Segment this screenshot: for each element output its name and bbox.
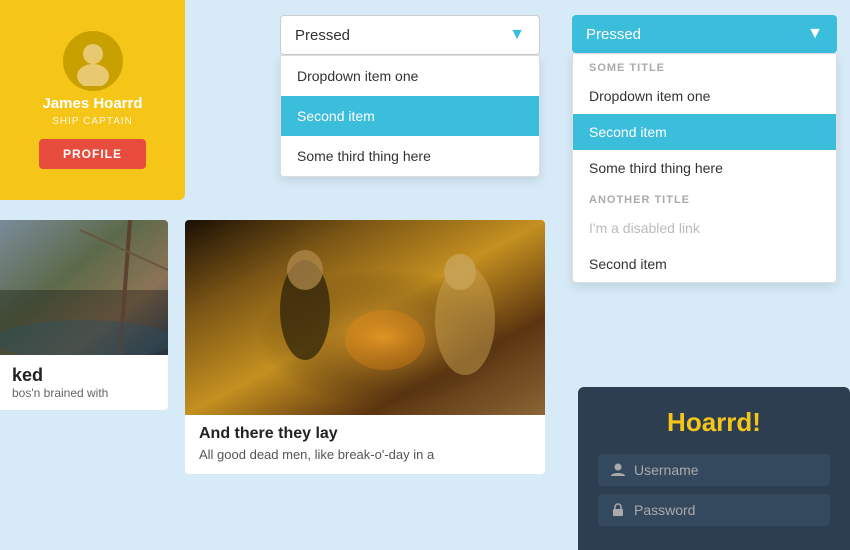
user-icon — [610, 462, 626, 478]
card-2-image — [185, 220, 545, 415]
profile-card: James Hoarrd SHIP CAPTAIN PROFILE — [0, 0, 185, 200]
card-2-text: All good dead men, like break-o'-day in … — [199, 447, 531, 462]
login-box: Hoarrd! — [578, 387, 850, 550]
avatar-icon — [68, 36, 118, 86]
chevron-down-icon: ▼ — [509, 26, 525, 44]
dropdown-sectioned-selected: Pressed — [586, 26, 641, 43]
profile-title: SHIP CAPTAIN — [52, 116, 133, 127]
card-2: And there they lay All good dead men, li… — [185, 220, 545, 474]
dropdown-item-2[interactable]: Second item — [281, 96, 539, 136]
username-input-wrap — [598, 454, 830, 486]
login-title: Hoarrd! — [598, 407, 830, 438]
password-input[interactable] — [634, 502, 818, 518]
sec-item-4[interactable]: Second item — [573, 246, 836, 282]
section-title-1: SOME TITLE — [573, 54, 836, 78]
dropdown-item-3[interactable]: Some third thing here — [281, 136, 539, 176]
painting-2-svg — [185, 220, 545, 415]
card-2-title: And there they lay — [199, 425, 531, 443]
card-1-body: ked bos'n brained with — [0, 355, 168, 410]
profile-name: James Hoarrd — [42, 95, 142, 112]
card-1-tag: ked — [12, 365, 156, 386]
dropdown-sectioned-trigger[interactable]: Pressed ▼ — [572, 15, 837, 53]
dropdown-simple-selected: Pressed — [295, 27, 350, 44]
card-1: ked bos'n brained with — [0, 220, 168, 410]
card-2-body: And there they lay All good dead men, li… — [185, 415, 545, 474]
sec-item-3[interactable]: Some third thing here — [573, 150, 836, 186]
dropdown-simple: Pressed ▼ Dropdown item one Second item … — [280, 15, 540, 177]
sec-item-2[interactable]: Second item — [573, 114, 836, 150]
profile-button[interactable]: PROFILE — [39, 139, 146, 169]
dropdown-simple-trigger[interactable]: Pressed ▼ — [280, 15, 540, 55]
dropdown-sectioned-menu: SOME TITLE Dropdown item one Second item… — [572, 53, 837, 283]
card-1-sub: bos'n brained with — [12, 386, 156, 400]
section-title-2: ANOTHER TITLE — [573, 186, 836, 210]
chevron-down-icon-2: ▼ — [807, 25, 823, 43]
card-1-image — [0, 220, 168, 355]
avatar — [63, 31, 123, 91]
dropdown-simple-menu: Dropdown item one Second item Some third… — [280, 55, 540, 177]
password-input-wrap — [598, 494, 830, 526]
sec-item-1[interactable]: Dropdown item one — [573, 78, 836, 114]
painting-1-svg — [0, 220, 168, 355]
username-input[interactable] — [634, 462, 818, 478]
dropdown-sectioned: Pressed ▼ SOME TITLE Dropdown item one S… — [572, 15, 837, 283]
dropdown-item-1[interactable]: Dropdown item one — [281, 56, 539, 96]
lock-icon — [610, 502, 626, 518]
sec-item-disabled: I'm a disabled link — [573, 210, 836, 246]
